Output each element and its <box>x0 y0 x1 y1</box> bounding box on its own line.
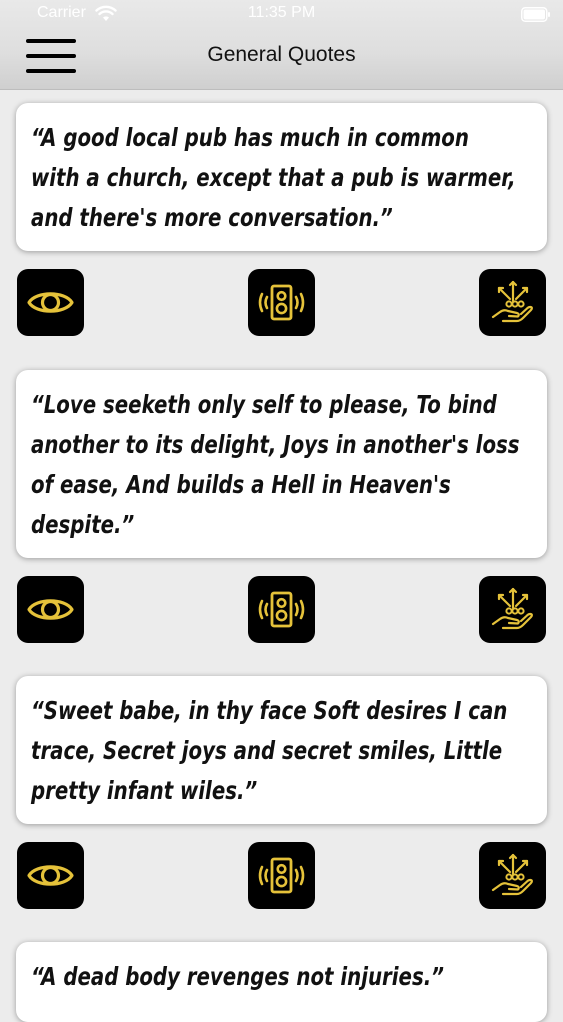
share-hand-icon <box>491 280 533 323</box>
share-hand-icon <box>491 587 533 630</box>
quote-card[interactable]: “Love seeketh only self to please, To bi… <box>16 370 547 558</box>
quote-text: “Sweet babe, in thy face Soft desires I … <box>31 696 508 805</box>
quote-card[interactable]: “Sweet babe, in thy face Soft desires I … <box>16 676 547 824</box>
speaker-icon <box>258 591 305 628</box>
share-button[interactable] <box>479 269 546 336</box>
share-hand-icon <box>491 853 533 896</box>
view-button[interactable] <box>17 576 84 643</box>
quote-card[interactable]: “A dead body revenges not injuries.” <box>16 942 547 1022</box>
eye-icon <box>27 865 74 886</box>
battery-icon <box>521 7 550 22</box>
share-button[interactable] <box>479 842 546 909</box>
page-title: General Quotes <box>207 43 356 66</box>
view-button[interactable] <box>17 842 84 909</box>
speak-button[interactable] <box>248 576 315 643</box>
share-button[interactable] <box>479 576 546 643</box>
eye-icon <box>27 599 74 620</box>
quote-card[interactable]: “A good local pub has much in common wit… <box>16 103 547 251</box>
status-time: 11:35 PM <box>247 4 316 21</box>
view-button[interactable] <box>17 269 84 336</box>
nav-header: Carrier 11:35 PM General Quotes <box>0 0 563 90</box>
eye-icon <box>27 292 74 313</box>
speaker-icon <box>258 857 305 894</box>
quote-text: “Love seeketh only self to please, To bi… <box>31 390 520 539</box>
speak-button[interactable] <box>248 269 315 336</box>
quote-text: “A dead body revenges not injuries.” <box>31 962 444 991</box>
quote-text: “A good local pub has much in common wit… <box>31 123 516 232</box>
speak-button[interactable] <box>248 842 315 909</box>
speaker-icon <box>258 284 305 321</box>
